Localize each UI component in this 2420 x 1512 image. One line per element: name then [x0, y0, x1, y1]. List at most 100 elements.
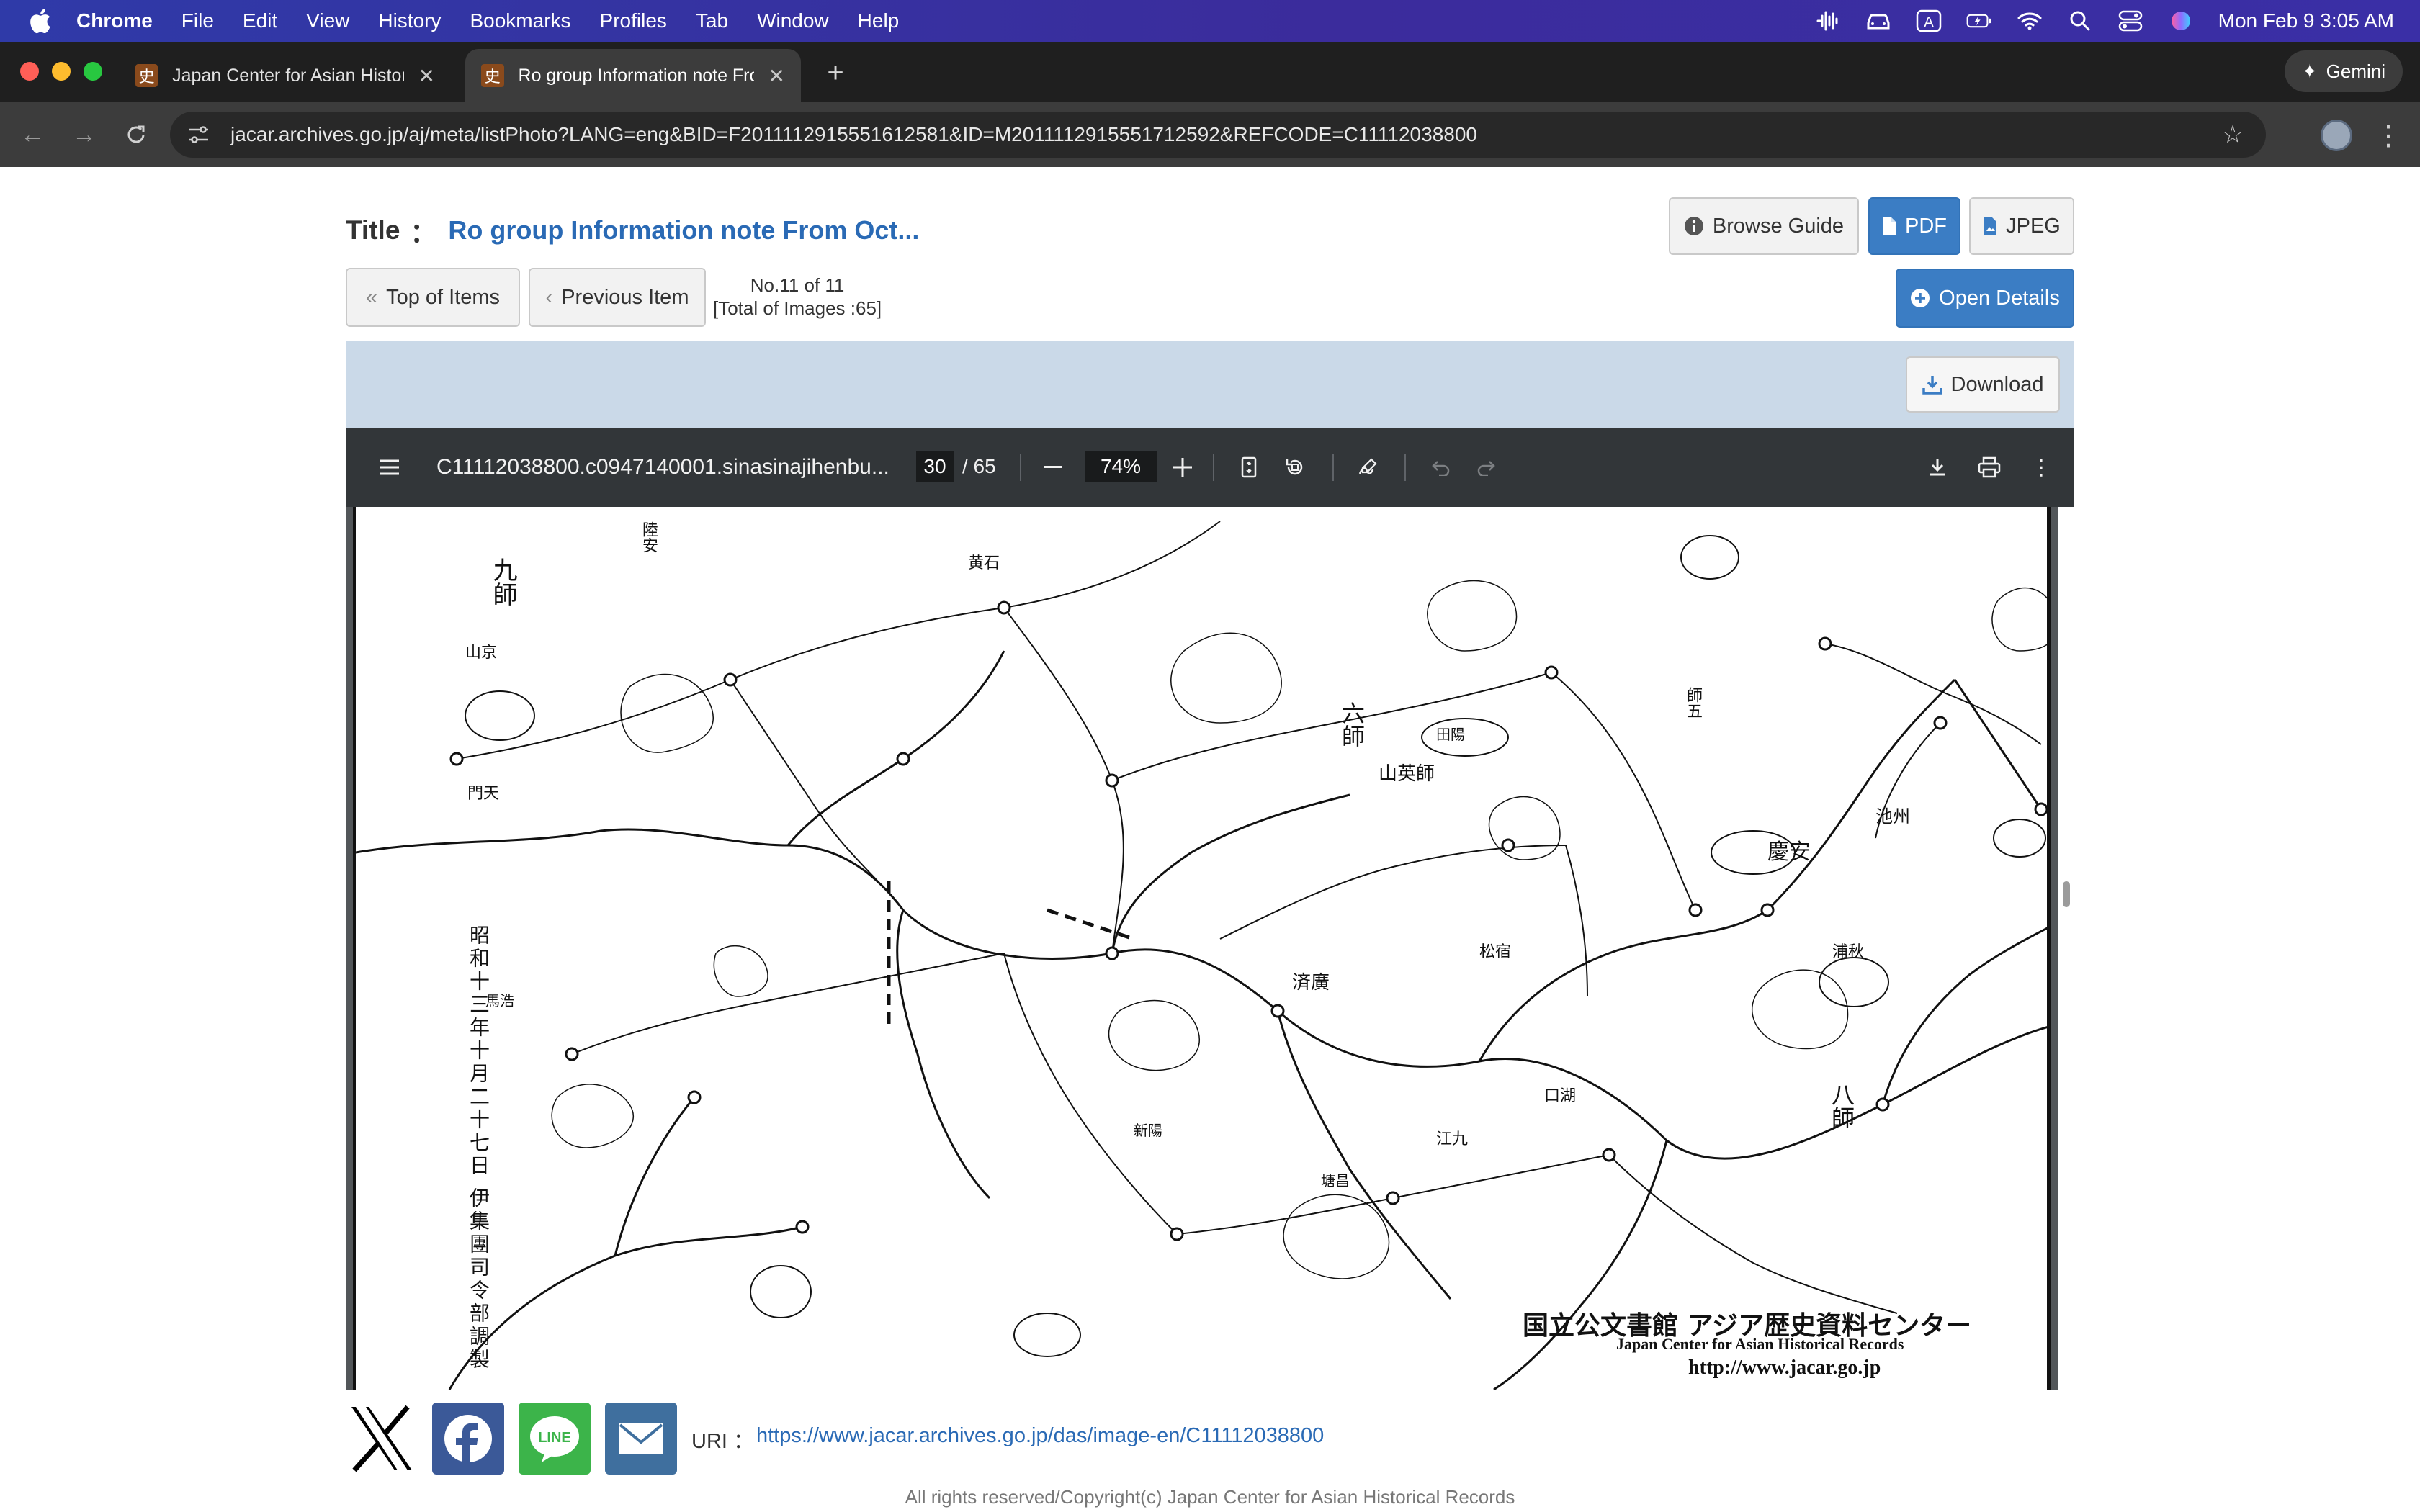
battery-icon[interactable]	[1966, 8, 1992, 34]
svg-text:A: A	[1924, 14, 1934, 30]
map-label: 陸安	[640, 521, 658, 553]
undo-icon[interactable]	[1426, 449, 1455, 485]
top-of-items-button[interactable]: « Top of Items	[346, 268, 520, 327]
car-icon[interactable]	[1865, 8, 1891, 34]
profile-avatar[interactable]	[2321, 120, 2352, 151]
map-label: 塘昌	[1321, 1172, 1350, 1189]
gemini-button[interactable]: ✦ Gemini	[2284, 50, 2403, 92]
map-label: 浦秋	[1832, 943, 1865, 961]
facebook-share-button[interactable]	[432, 1403, 504, 1475]
input-source-icon[interactable]: A	[1916, 8, 1942, 34]
window-close-button[interactable]	[20, 62, 39, 81]
pdf-button[interactable]: PDF	[1868, 197, 1960, 255]
toolbar-divider	[1404, 454, 1406, 481]
pdf-page-map-image[interactable]: 九師 六師 八師 山英師 慶安 済廣 江九 口湖 松宿 浦秋 門天 馬浩 山京 …	[353, 507, 2051, 1390]
menu-bookmarks[interactable]: Bookmarks	[470, 9, 570, 32]
line-logo-icon: LINE	[530, 1416, 579, 1462]
map-side-caption: 昭和十三年十月二十七日 伊集團司令部調製	[467, 924, 490, 1372]
menu-file[interactable]: File	[182, 9, 214, 32]
item-counter: No.11 of 11 [Total of Images :65]	[713, 274, 882, 320]
title-label: Title	[346, 215, 400, 245]
pdf-sidebar-menu-icon[interactable]	[372, 449, 408, 485]
toolbar-divider	[1213, 454, 1214, 481]
pdf-vertical-scrollbar[interactable]	[2058, 507, 2074, 1390]
facebook-logo-icon	[444, 1415, 492, 1464]
tab-title: Japan Center for Asian Historical Record…	[172, 65, 403, 86]
close-tab-icon[interactable]: ✕	[418, 64, 435, 88]
uri-colon: ：	[733, 1430, 755, 1453]
menu-bar-clock[interactable]: Mon Feb 9 3:05 AM	[2218, 9, 2394, 32]
envelope-icon	[619, 1423, 663, 1454]
menu-history[interactable]: History	[378, 9, 441, 32]
new-tab-button[interactable]: +	[817, 55, 853, 91]
map-label: 黄石	[968, 554, 1000, 572]
apple-icon[interactable]	[26, 6, 55, 35]
pdf-more-options-icon[interactable]: ⋮	[2027, 449, 2056, 485]
map-label: 慶安	[1767, 840, 1811, 865]
siri-icon[interactable]	[2168, 8, 2194, 34]
map-label: 田陽	[1436, 726, 1465, 743]
menu-edit[interactable]: Edit	[243, 9, 277, 32]
menu-app-name[interactable]: Chrome	[76, 9, 153, 32]
download-button[interactable]: Download	[1906, 356, 2060, 413]
control-center-icon[interactable]	[2118, 8, 2143, 34]
reload-icon[interactable]	[118, 117, 154, 153]
browse-guide-button[interactable]: Browse Guide	[1669, 197, 1859, 255]
window-zoom-button[interactable]	[84, 62, 102, 81]
menu-view[interactable]: View	[306, 9, 349, 32]
pdf-zoom-input[interactable]: 74%	[1085, 451, 1157, 482]
x-share-button[interactable]	[346, 1403, 418, 1475]
wifi-icon[interactable]	[2017, 8, 2043, 34]
menu-help[interactable]: Help	[858, 9, 900, 32]
open-details-button[interactable]: Open Details	[1896, 269, 2074, 328]
pdf-page-input[interactable]: 30	[916, 451, 954, 482]
rotate-icon[interactable]	[1281, 449, 1309, 485]
map-label: 六師	[1338, 701, 1366, 747]
uri-label-text: URI	[691, 1430, 727, 1453]
email-share-button[interactable]	[605, 1403, 677, 1475]
zoom-out-icon[interactable]	[1039, 449, 1067, 485]
historical-military-map-drawing	[356, 521, 2047, 1390]
bookmark-star-icon[interactable]: ☆	[2217, 119, 2249, 150]
tab-jacar-home[interactable]: 史 Japan Center for Asian Historical Reco…	[120, 49, 451, 102]
line-share-button[interactable]: LINE	[519, 1403, 591, 1475]
map-label: 済廣	[1292, 972, 1330, 994]
url-text: jacar.archives.go.jp/aj/meta/listPhoto?L…	[230, 123, 1477, 145]
site-settings-icon[interactable]	[183, 119, 215, 150]
jpeg-button[interactable]: JPEG	[1969, 197, 2074, 255]
audio-waveform-icon[interactable]	[1815, 8, 1841, 34]
map-label: 松宿	[1479, 943, 1512, 961]
window-minimize-button[interactable]	[52, 62, 71, 81]
address-bar[interactable]: jacar.archives.go.jp/aj/meta/listPhoto?L…	[170, 112, 2266, 158]
zoom-in-icon[interactable]	[1168, 449, 1197, 485]
chrome-menu-icon[interactable]: ⋮	[2374, 115, 2403, 156]
tab-ro-group-note[interactable]: 史 Ro group Information note From Oct... …	[465, 49, 801, 102]
print-icon[interactable]	[1975, 449, 2004, 485]
x-logo-icon	[351, 1405, 412, 1472]
menu-profiles[interactable]: Profiles	[600, 9, 667, 32]
chevron-left-icon: ‹	[545, 285, 553, 309]
menu-window[interactable]: Window	[757, 9, 829, 32]
back-arrow-icon[interactable]: ←	[14, 117, 50, 153]
scrollbar-thumb[interactable]	[2063, 881, 2070, 907]
copyright-text: All rights reserved/Copyright(c) Japan C…	[905, 1486, 1515, 1508]
forward-arrow-icon[interactable]: →	[66, 117, 102, 153]
permalink-uri[interactable]: https://www.jacar.archives.go.jp/das/ima…	[756, 1424, 1324, 1448]
pdf-download-icon[interactable]	[1923, 449, 1952, 485]
plus-circle-icon	[1910, 288, 1930, 308]
pdf-file-icon	[1882, 217, 1896, 235]
redo-icon[interactable]	[1472, 449, 1501, 485]
map-label: 九師	[488, 557, 517, 606]
previous-item-button[interactable]: ‹ Previous Item	[529, 268, 706, 327]
menu-tab[interactable]: Tab	[696, 9, 728, 32]
image-file-icon	[1983, 217, 1997, 235]
item-title[interactable]: Ro group Information note From Oct...	[448, 215, 919, 246]
pdf-filename: C11112038800.c0947140001.sinasinajihenbu…	[436, 455, 889, 479]
spotlight-search-icon[interactable]	[2067, 8, 2093, 34]
toolbar-divider	[1332, 454, 1334, 481]
close-tab-icon[interactable]: ✕	[768, 64, 785, 88]
map-label: 江九	[1436, 1130, 1469, 1148]
fit-page-icon[interactable]	[1234, 449, 1263, 485]
svg-text:LINE: LINE	[538, 1430, 571, 1446]
annotate-pen-icon[interactable]	[1354, 449, 1383, 485]
